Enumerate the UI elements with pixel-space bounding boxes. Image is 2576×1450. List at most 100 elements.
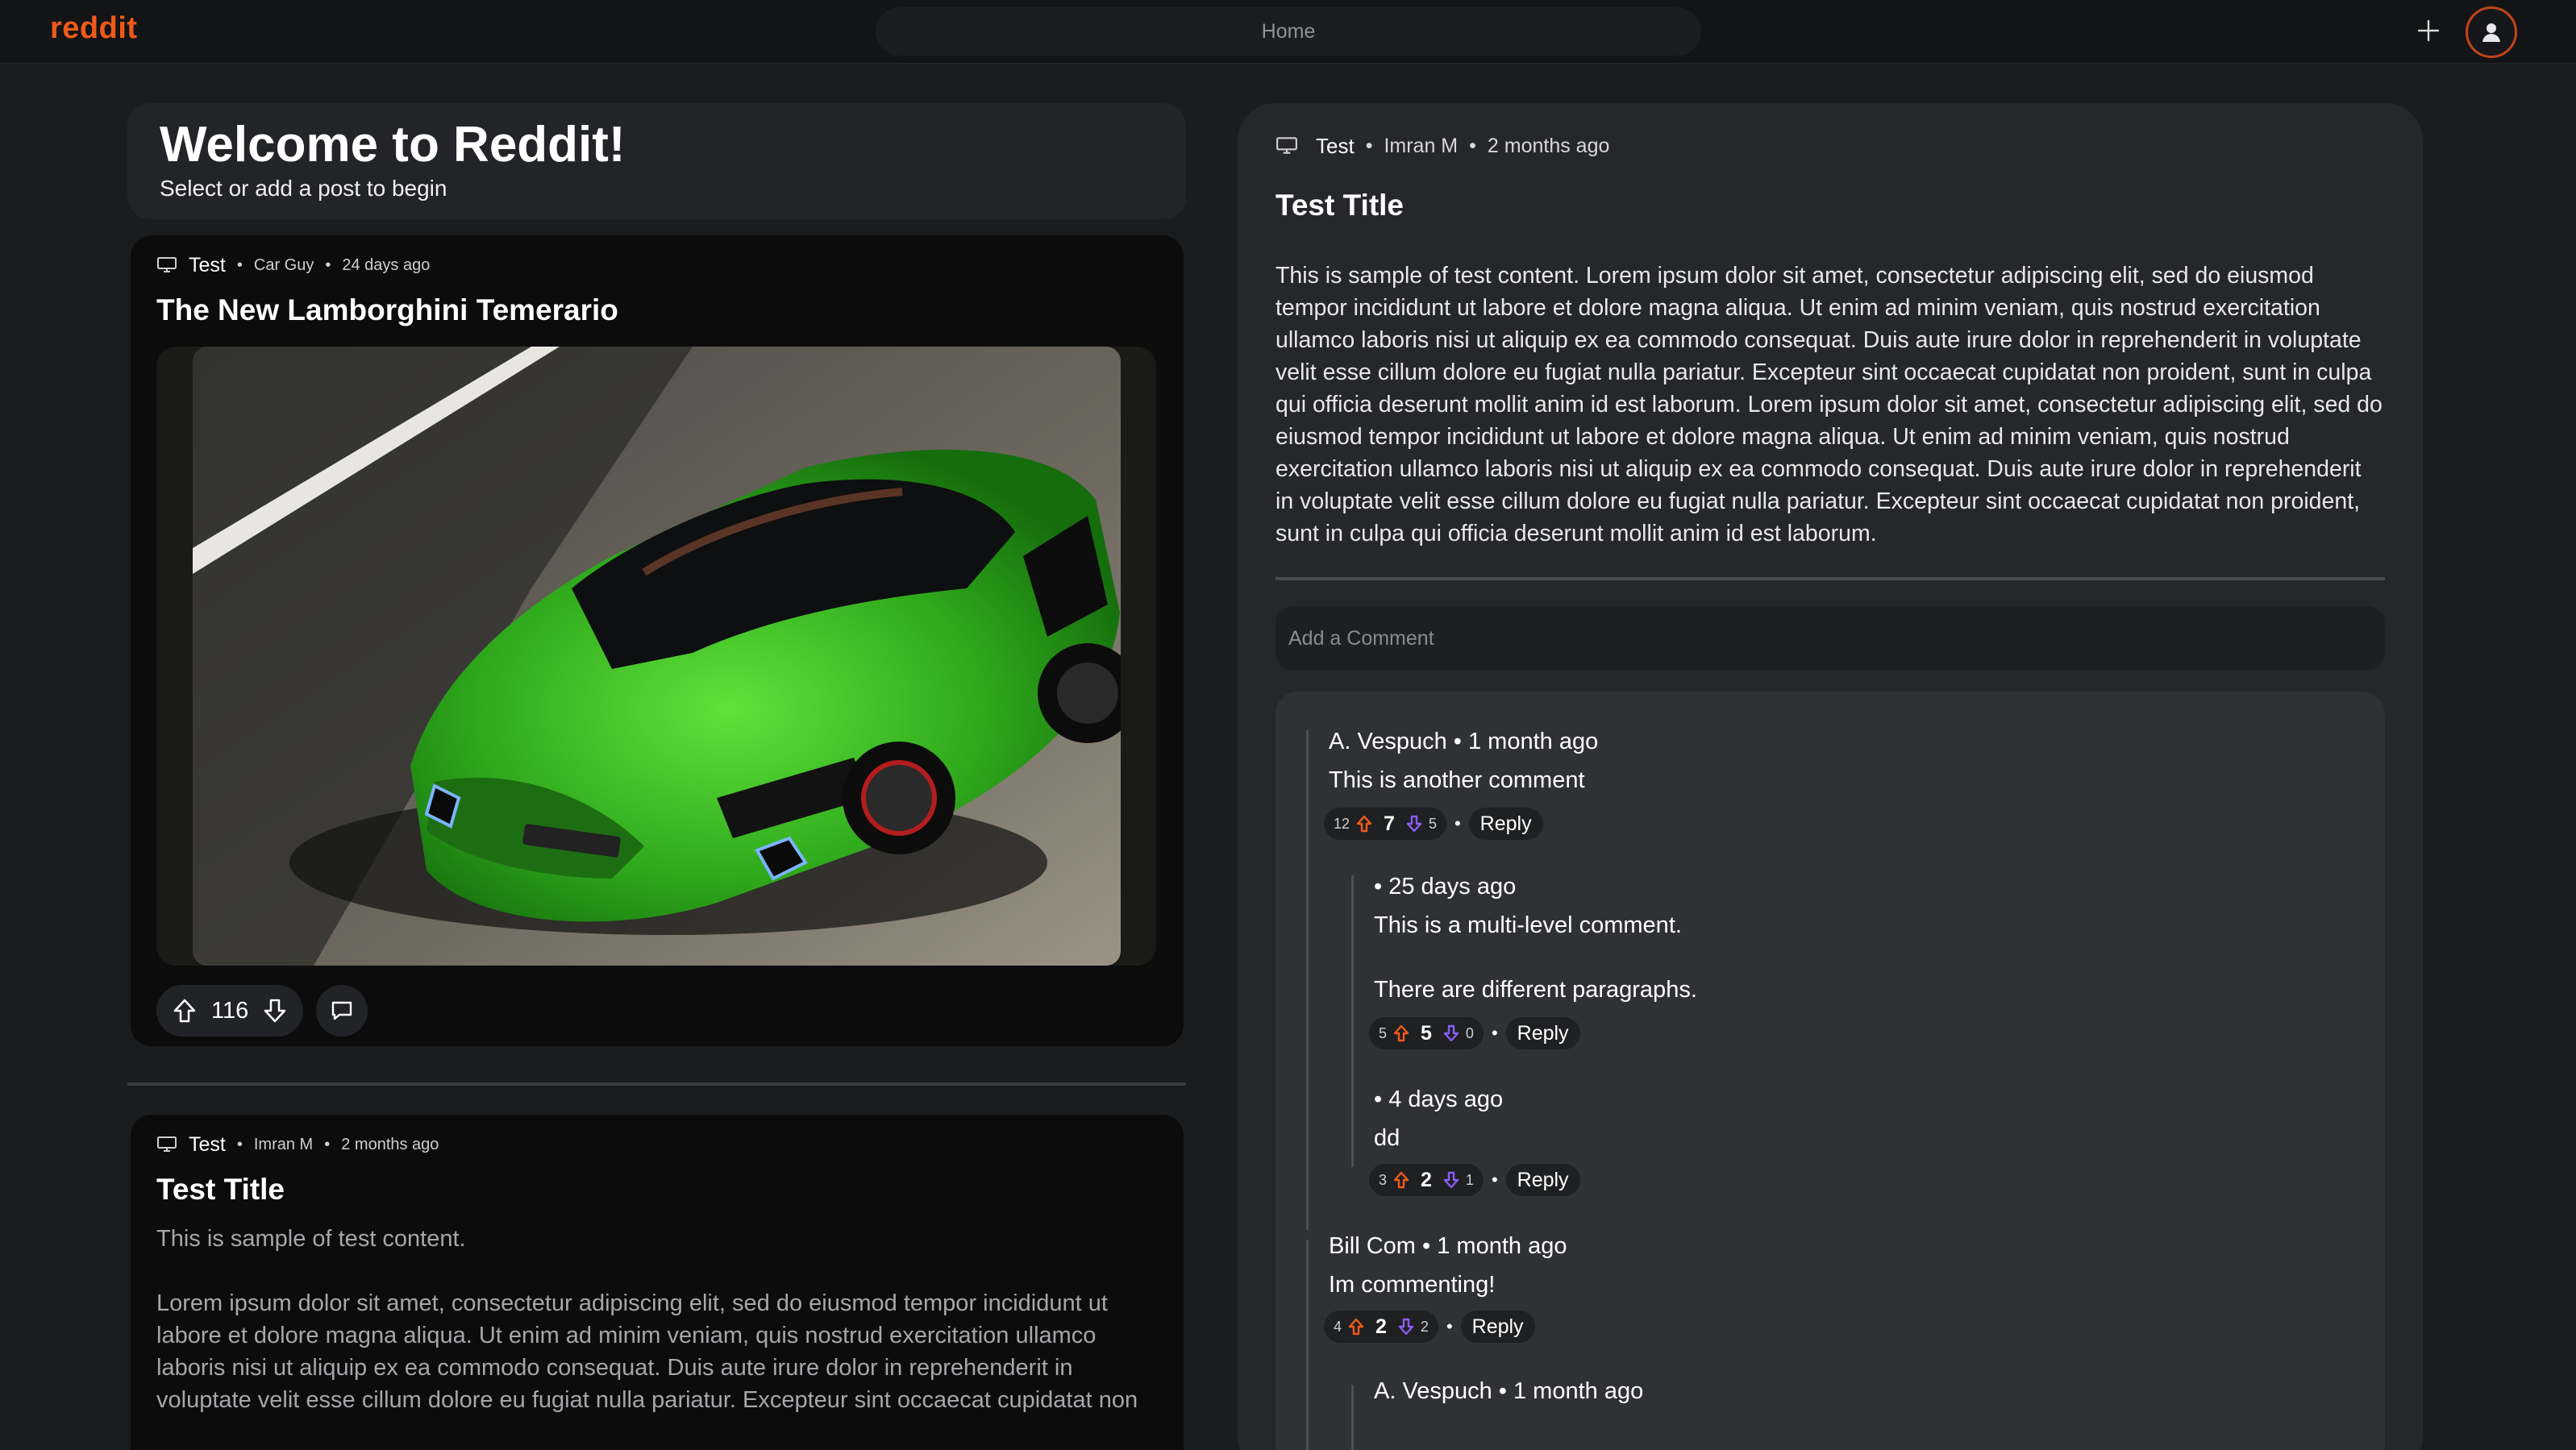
upvote-icon[interactable] (1348, 1318, 1364, 1336)
detail-body: This is sample of test content. Lorem ip… (1276, 263, 2382, 546)
upvote-count: 5 (1379, 1024, 1388, 1041)
user-icon[interactable] (2466, 6, 2517, 58)
feed-divider (127, 1082, 1186, 1086)
comment-text: This is another comment (1329, 767, 1585, 793)
post-meta: Test • Car Guy • 24 days ago (156, 235, 1158, 285)
meta-dot: • (236, 256, 243, 274)
search-bar[interactable]: Home (876, 7, 1701, 56)
detail-community[interactable]: Test (1316, 134, 1355, 159)
comment-vote: 3 2 1 (1369, 1164, 1484, 1196)
thread-line (1351, 875, 1354, 1093)
downvote-count: 0 (1465, 1024, 1474, 1041)
post-image-frame (156, 347, 1156, 966)
post-score: 116 (211, 997, 249, 1024)
detail-meta: Test • Imran M • 2 months ago (1276, 103, 2385, 160)
detail-divider (1276, 577, 2385, 580)
search-bar-text: Home (1261, 19, 1316, 43)
comment-score: 2 (1375, 1315, 1387, 1338)
thread-line (1306, 730, 1309, 1230)
detail-author: Imran M (1384, 134, 1459, 157)
comment-actions: 5 5 0 • Reply (1369, 1017, 1580, 1049)
post-detail-panel: Test • Imran M • 2 months ago Test Title… (1238, 103, 2423, 1450)
post-author: Car Guy (253, 256, 314, 274)
meta-dot: • (1469, 134, 1476, 157)
comment-icon[interactable] (316, 985, 368, 1037)
post-title[interactable]: Test Title (156, 1173, 1158, 1207)
meta-dot: • (325, 256, 331, 274)
welcome-title: Welcome to Reddit! (160, 117, 626, 172)
upvote-icon[interactable] (1393, 1171, 1409, 1189)
welcome-subtitle: Select or add a post to begin (160, 176, 447, 202)
downvote-icon[interactable] (1406, 815, 1422, 833)
comment-placeholder: Add a Comment (1288, 626, 1434, 650)
community-icon (156, 256, 177, 274)
comments-section: A. Vespuch • 1 month ago This is another… (1276, 692, 2385, 1450)
comment-header: Bill Com • 1 month ago (1329, 1233, 1567, 1259)
post-author: Imran M (253, 1135, 314, 1153)
post-card[interactable]: Test • Car Guy • 24 days ago The New Lam… (131, 235, 1184, 1046)
upvote-count: 3 (1379, 1171, 1388, 1188)
comment-input[interactable]: Add a Comment (1276, 606, 2385, 671)
comment-header: • 4 days ago (1374, 1086, 1504, 1112)
post-card[interactable]: Test • Imran M • 2 months ago Test Title… (131, 1115, 1184, 1450)
post-actions: 116 (156, 985, 368, 1037)
upvote-icon[interactable] (1393, 1024, 1409, 1042)
upvote-icon[interactable] (173, 998, 197, 1024)
meta-dot: • (324, 1135, 331, 1153)
reply-button[interactable]: Reply (1460, 1311, 1535, 1343)
downvote-icon[interactable] (263, 998, 287, 1024)
separator-dot: • (1491, 1170, 1498, 1190)
reply-button[interactable]: Reply (1505, 1017, 1580, 1049)
comment-vote: 5 5 0 (1369, 1017, 1484, 1049)
thread-line (1351, 1385, 1354, 1450)
downvote-count: 2 (1420, 1318, 1429, 1335)
thread-line (1351, 1086, 1354, 1167)
comment-text: There are different paragraphs. (1374, 977, 1697, 1003)
vote-control: 116 (156, 985, 304, 1037)
post-time: 24 days ago (342, 256, 431, 274)
post-title[interactable]: The New Lamborghini Temerario (156, 293, 1158, 327)
separator-dot: • (1446, 1316, 1453, 1336)
post-community[interactable]: Test (189, 1133, 226, 1157)
separator-dot: • (1491, 1023, 1498, 1043)
comment-actions: 3 2 1 • Reply (1369, 1164, 1580, 1196)
meta-dot: • (1365, 134, 1373, 157)
plus-icon[interactable] (2411, 13, 2446, 48)
post-time: 2 months ago (341, 1135, 439, 1153)
comment-score: 7 (1384, 812, 1395, 835)
post-community[interactable]: Test (189, 254, 226, 277)
post-meta: Test • Imran M • 2 months ago (156, 1115, 1158, 1165)
post-intro: This is sample of test content. (156, 1226, 466, 1252)
welcome-banner: Welcome to Reddit! Select or add a post … (127, 103, 1186, 219)
downvote-icon[interactable] (1443, 1171, 1459, 1189)
upvote-count: 12 (1334, 815, 1350, 832)
separator-dot: • (1454, 813, 1461, 833)
downvote-icon[interactable] (1398, 1318, 1414, 1336)
post-image[interactable] (193, 347, 1121, 966)
comment-vote: 4 2 2 (1324, 1311, 1438, 1343)
comment-vote: 12 7 5 (1324, 808, 1446, 840)
top-bar: reddit Home (0, 0, 2576, 64)
comment-header: A. Vespuch • 1 month ago (1329, 729, 1599, 754)
thread-line (1306, 1240, 1309, 1450)
upvote-icon[interactable] (1356, 815, 1372, 833)
comment-text: This is a multi-level comment. (1374, 912, 1682, 938)
upvote-count: 4 (1334, 1318, 1342, 1335)
community-icon (1276, 136, 1298, 156)
downvote-icon[interactable] (1443, 1024, 1459, 1042)
detail-time: 2 months ago (1487, 134, 1610, 157)
comment-actions: 4 2 2 • Reply (1324, 1311, 1535, 1343)
detail-title: Test Title (1276, 189, 1405, 222)
post-body: Lorem ipsum dolor sit amet, consectetur … (156, 1290, 1138, 1413)
downvote-count: 1 (1465, 1171, 1474, 1188)
reply-button[interactable]: Reply (1468, 808, 1543, 840)
reply-button[interactable]: Reply (1505, 1164, 1580, 1196)
comment-text: dd (1374, 1125, 1400, 1151)
downvote-count: 5 (1428, 815, 1437, 832)
community-icon (156, 1136, 177, 1153)
comment-actions: 12 7 5 • Reply (1324, 808, 1543, 840)
comment-header: A. Vespuch • 1 month ago (1374, 1378, 1644, 1404)
reddit-logo[interactable]: reddit (50, 11, 138, 46)
comment-score: 5 (1421, 1021, 1432, 1045)
meta-dot: • (236, 1135, 243, 1153)
